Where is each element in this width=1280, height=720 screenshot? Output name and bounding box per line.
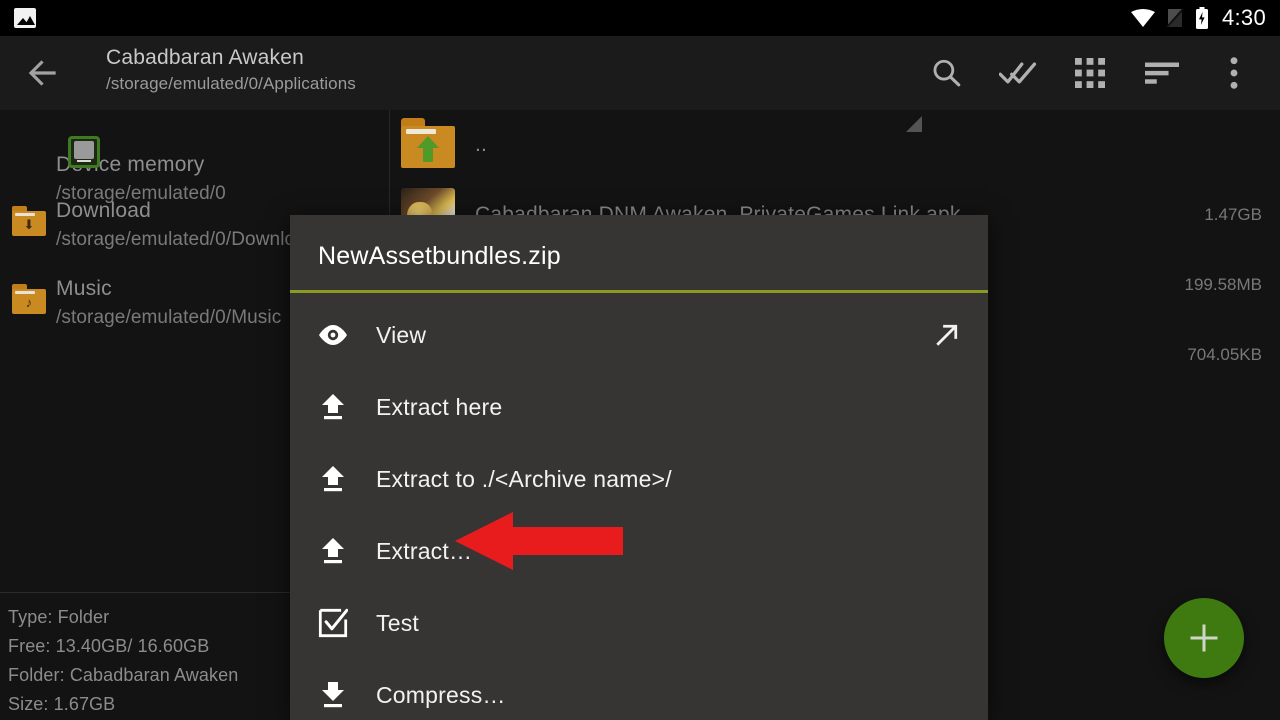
grid-view-icon	[1075, 58, 1105, 88]
status-bar: 4:30	[0, 0, 1280, 36]
menu-item-label: Extract here	[376, 393, 503, 420]
file-info-panel: Type: Folder Free: 13.40GB/ 16.60GB Fold…	[0, 592, 290, 720]
menu-item-compress[interactable]: Compress…	[290, 659, 988, 720]
info-type: Type: Folder	[8, 607, 110, 627]
app-bar-actions	[910, 36, 1270, 110]
upload-icon	[318, 536, 348, 566]
app-bar-titles: Cabadbaran Awaken /storage/emulated/0/Ap…	[106, 44, 356, 96]
plus-icon	[1190, 624, 1218, 652]
device-memory-icon	[68, 136, 100, 168]
info-size: Size: 1.67GB	[8, 694, 116, 714]
search-button[interactable]	[910, 36, 982, 110]
menu-item-label: Extract to ./<Archive name>/	[376, 465, 672, 492]
table-row[interactable]: ..	[391, 110, 1280, 180]
sort-icon	[1145, 62, 1179, 84]
status-bar-notifications	[14, 8, 36, 28]
file-size: 704.05KB	[1187, 345, 1262, 364]
back-arrow-icon[interactable]	[24, 54, 62, 92]
file-size: 1.47GB	[1204, 205, 1262, 224]
menu-item-extract-to-archive-name[interactable]: Extract to ./<Archive name>/	[290, 443, 988, 515]
wifi-icon	[1130, 9, 1155, 27]
upload-icon	[318, 464, 348, 494]
sidebar-item-label: Device memory	[56, 153, 205, 176]
overflow-menu-icon	[1230, 57, 1238, 89]
download-folder-icon: ⬇	[12, 206, 46, 238]
file-name: ..	[475, 133, 488, 156]
menu-item-extract[interactable]: Extract…	[290, 515, 988, 587]
file-size: 199.58MB	[1184, 275, 1263, 294]
app-root: 4:30 Cabadbaran Awaken /storage/emulated…	[0, 0, 1280, 720]
app-bar: Cabadbaran Awaken /storage/emulated/0/Ap…	[0, 36, 1280, 132]
select-all-icon	[999, 62, 1037, 84]
menu-item-extract-here[interactable]: Extract here	[290, 371, 988, 443]
battery-charging-icon	[1195, 7, 1208, 29]
status-bar-system-icons: 4:30	[1130, 5, 1266, 31]
overflow-menu-button[interactable]	[1198, 36, 1270, 110]
check-box-icon	[318, 608, 348, 638]
parent-folder-icon	[401, 118, 455, 172]
select-all-button[interactable]	[982, 36, 1054, 110]
status-bar-clock: 4:30	[1221, 5, 1266, 30]
no-sim-icon	[1166, 8, 1184, 28]
menu-item-view[interactable]: View	[290, 299, 988, 371]
image-notification-icon	[14, 8, 36, 28]
breadcrumb-path: /storage/emulated/0/Applications	[106, 74, 356, 93]
upload-icon	[318, 392, 348, 422]
menu-item-label: Extract…	[376, 537, 473, 564]
sidebar-item-device-memory[interactable]: Device memory /storage/emulated/0	[0, 110, 389, 204]
info-folder: Folder: Cabadbaran Awaken	[8, 665, 239, 685]
eye-icon	[318, 320, 348, 350]
add-button[interactable]	[1164, 598, 1244, 678]
music-folder-icon: ♪	[12, 284, 46, 316]
grid-view-button[interactable]	[1054, 36, 1126, 110]
dialog-title: NewAssetbundles.zip	[318, 242, 561, 270]
page-title: Cabadbaran Awaken	[106, 46, 304, 69]
info-free: Free: 13.40GB/ 16.60GB	[8, 636, 210, 656]
search-icon	[933, 59, 961, 87]
download-icon	[318, 680, 348, 710]
menu-item-label: View	[376, 321, 427, 348]
dialog-menu-list: View Extract here Extract to ./<Archive …	[290, 293, 988, 720]
context-menu-dialog: NewAssetbundles.zip View Extract here Ex…	[290, 215, 988, 720]
menu-item-test[interactable]: Test	[290, 587, 988, 659]
menu-item-label: Compress…	[376, 681, 506, 708]
menu-item-label: Test	[376, 609, 419, 636]
open-in-new-icon[interactable]	[932, 320, 962, 350]
sort-button[interactable]	[1126, 36, 1198, 110]
